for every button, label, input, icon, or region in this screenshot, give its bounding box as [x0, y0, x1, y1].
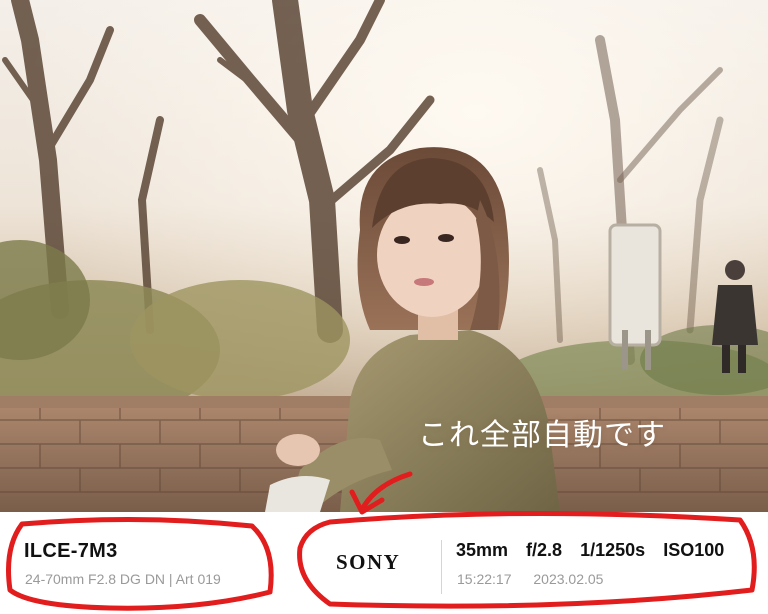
- aperture: f/2.8: [526, 540, 563, 560]
- sony-logo: SONY: [336, 550, 401, 574]
- overlay-caption: これ全部自動です: [418, 418, 666, 453]
- portrait-photo: これ全部自動です: [0, 0, 768, 512]
- focal-length: 35mm: [456, 540, 509, 560]
- shooting-specs: 35mm f/2.8 1/1250s ISO100: [456, 540, 724, 561]
- capture-datetime: 15:22:17 2023.02.05: [457, 571, 621, 587]
- shutter-speed: 1/1250s: [580, 540, 646, 560]
- lens-info: 24-70mm F2.8 DG DN | Art 019: [25, 571, 221, 587]
- divider: [441, 540, 442, 594]
- page: これ全部自動です ILCE-7M3 24-70mm F2.8 DG DN | A…: [0, 0, 768, 614]
- exif-info-bar: ILCE-7M3 24-70mm F2.8 DG DN | Art 019 SO…: [0, 512, 768, 614]
- iso: ISO100: [663, 540, 725, 560]
- capture-date: 2023.02.05: [533, 571, 604, 587]
- capture-time: 15:22:17: [457, 571, 512, 587]
- camera-model: ILCE-7M3: [24, 540, 118, 562]
